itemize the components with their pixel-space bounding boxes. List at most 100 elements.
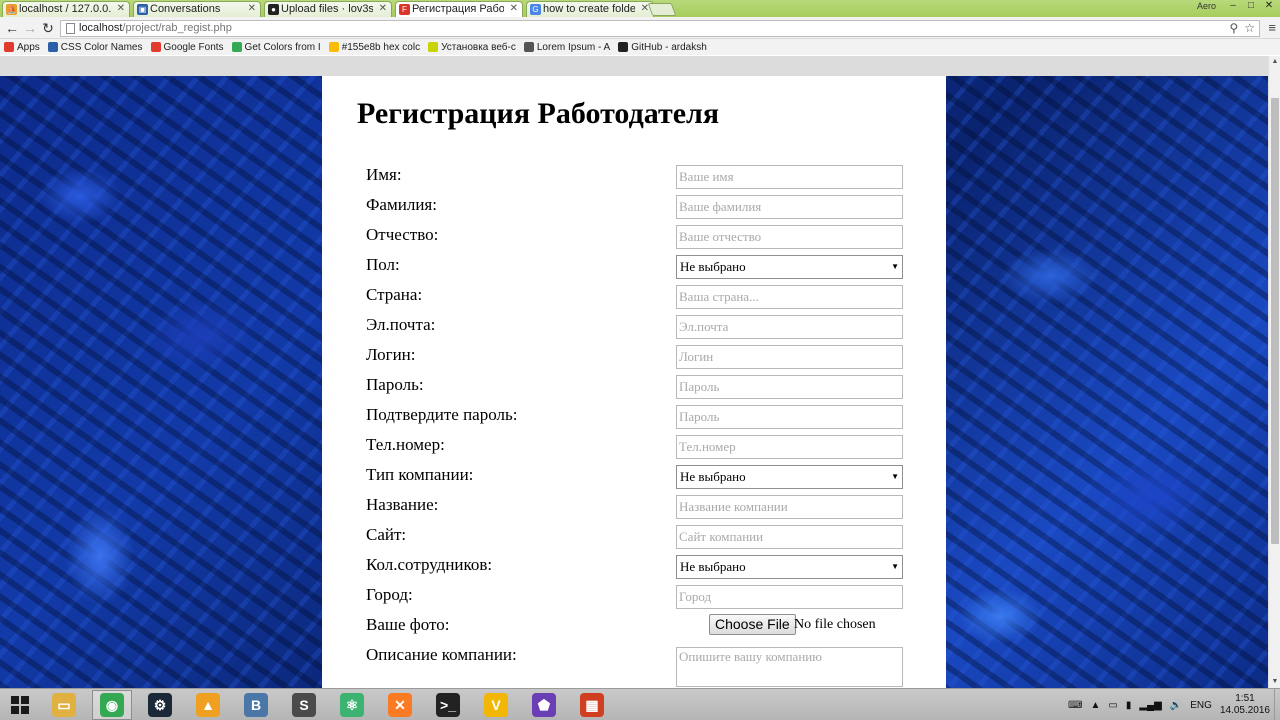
windows-taskbar: ▭ ◉ ⚙ ▲ B S ⚛ ✕ >_ V ⬟ ▦ ⌨ ▲ ▭ ▮ ▂▄▆ 🔊 ENG 1:51 14.…: [0, 688, 1280, 720]
tab-label: how to create folder: [543, 3, 635, 15]
text-field[interactable]: [676, 525, 903, 549]
bookmark-icon: [523, 42, 534, 52]
maximize-button[interactable]: □: [1244, 1, 1258, 11]
tab-close-icon[interactable]: ✕: [379, 2, 387, 16]
bookmark-item[interactable]: CSS Color Names: [47, 42, 143, 53]
text-field[interactable]: [676, 405, 903, 429]
browser-tab[interactable]: ▣ Conversations ✕: [133, 1, 261, 17]
bookmark-item[interactable]: Get Colors from I: [231, 42, 321, 53]
dropdown-arrow-icon: ▼: [891, 472, 899, 481]
form-row: Эл.почта:: [322, 315, 946, 345]
form-row: Подтвердите пароль:: [322, 405, 946, 435]
browser-toolbar: ← → ↻ localhost/project/rab_regist.php ⚲…: [0, 17, 1280, 39]
menu-icon[interactable]: ≡: [1268, 20, 1276, 35]
bookmark-label: #155e8b hex colc: [341, 41, 421, 53]
tab-close-icon[interactable]: ✕: [248, 2, 256, 16]
sublime-icon: S: [292, 693, 316, 717]
bookmark-item[interactable]: Google Fonts: [150, 41, 224, 53]
select-dropdown[interactable]: Не выбрано ▼: [676, 555, 903, 579]
taskbar-app[interactable]: S: [284, 690, 324, 720]
browser-tab[interactable]: ● Upload files · lov3sk ✕: [264, 1, 392, 17]
back-arrow-icon[interactable]: ←: [4, 20, 20, 36]
text-field[interactable]: [676, 315, 903, 339]
taskbar-app[interactable]: V: [476, 690, 516, 720]
star-icon[interactable]: ☆: [1244, 21, 1255, 36]
keyboard-icon[interactable]: ⌨: [1068, 700, 1082, 711]
clock[interactable]: 1:51 14.05.2016: [1220, 693, 1270, 717]
bookmark-item[interactable]: GitHub - ardaksh: [618, 42, 707, 53]
text-field[interactable]: [676, 495, 903, 519]
field-label: Страна:: [366, 285, 423, 304]
bookmark-item[interactable]: Установка веб-с: [428, 42, 516, 53]
reload-icon[interactable]: ↻: [40, 20, 56, 36]
close-window-button[interactable]: ✕: [1262, 1, 1276, 11]
bookmark-item[interactable]: Lorem Ipsum - A: [523, 42, 610, 53]
taskbar-app[interactable]: ▦: [572, 690, 612, 720]
clock-time: 1:51: [1235, 693, 1255, 704]
scroll-thumb[interactable]: [1271, 98, 1279, 544]
scroll-down-icon[interactable]: ▼: [1269, 676, 1280, 688]
form-row: Логин:: [322, 345, 946, 375]
bookmark-item[interactable]: #155e8b hex colc: [328, 41, 421, 53]
browser-tab[interactable]: ⛵ localhost / 127.0.0.1 ✕: [2, 1, 130, 17]
taskbar-app[interactable]: ✕: [380, 690, 420, 720]
text-field[interactable]: [676, 435, 903, 459]
text-field[interactable]: [676, 345, 903, 369]
bookmark-label: Google Fonts: [163, 41, 224, 53]
address-path: /project/rab_regist.php: [122, 22, 232, 34]
taskbar-app[interactable]: ◉: [92, 690, 132, 720]
select-dropdown[interactable]: Не выбрано ▼: [676, 255, 903, 279]
bookmark-item[interactable]: Apps: [4, 42, 40, 53]
tray-expand-icon[interactable]: ▲: [1090, 700, 1100, 711]
tab-favicon-icon: ⛵: [6, 4, 17, 15]
aimp-icon: ▲: [196, 693, 220, 717]
choose-file-button[interactable]: Choose File: [709, 614, 796, 635]
tab-close-icon[interactable]: ✕: [117, 2, 125, 16]
browser-tab[interactable]: Ghow to create folder ✕: [526, 1, 654, 17]
system-tray: ⌨ ▲ ▭ ▮ ▂▄▆ 🔊 ENG 1:51 14.05.2016: [1068, 689, 1270, 720]
bookmark-icon: [150, 42, 161, 52]
taskbar-app[interactable]: ⚛: [332, 690, 372, 720]
location-pin-icon[interactable]: ⚲: [1229, 21, 1238, 36]
text-field[interactable]: [676, 285, 903, 309]
battery-icon[interactable]: ▮: [1126, 700, 1132, 711]
start-button[interactable]: [0, 690, 40, 720]
field-label: Эл.почта:: [366, 315, 436, 334]
field-label: Имя:: [366, 165, 402, 184]
taskbar-app[interactable]: ⚙: [140, 690, 180, 720]
minimize-button[interactable]: –: [1226, 1, 1240, 11]
volume-icon[interactable]: 🔊: [1170, 700, 1182, 711]
form-row: Название:: [322, 495, 946, 525]
taskbar-app[interactable]: ⬟: [524, 690, 564, 720]
scroll-up-icon[interactable]: ▲: [1269, 56, 1280, 68]
text-field[interactable]: [676, 375, 903, 399]
form-row: Фамилия:: [322, 195, 946, 225]
text-field[interactable]: [676, 585, 903, 609]
forward-arrow-icon[interactable]: →: [22, 20, 38, 36]
text-field[interactable]: [676, 195, 903, 219]
theme-label: Aero: [1196, 1, 1216, 11]
select-dropdown[interactable]: Не выбрано ▼: [676, 465, 903, 489]
new-tab-button[interactable]: [647, 3, 677, 16]
taskbar-app[interactable]: >_: [428, 690, 468, 720]
form-row: Пароль:: [322, 375, 946, 405]
browser-tab[interactable]: FРегистрация Работо ✕: [395, 1, 523, 17]
network-app-icon: ⬟: [532, 693, 556, 717]
form-row: Пол: Не выбрано ▼: [322, 255, 946, 285]
language-indicator[interactable]: ENG: [1190, 700, 1212, 711]
select-value: Не выбрано: [680, 559, 746, 574]
text-field[interactable]: [676, 225, 903, 249]
address-bar[interactable]: localhost/project/rab_regist.php ⚲ ☆: [60, 20, 1260, 37]
tab-close-icon[interactable]: ✕: [510, 2, 518, 16]
description-textarea[interactable]: Опишите вашу компанию: [676, 647, 903, 687]
windows-logo-icon: [11, 696, 29, 714]
action-center-icon[interactable]: ▭: [1108, 700, 1117, 711]
taskbar-app[interactable]: ▲: [188, 690, 228, 720]
taskbar-app[interactable]: ▭: [44, 690, 84, 720]
taskbar-app[interactable]: B: [236, 690, 276, 720]
form-row: Город:: [322, 585, 946, 615]
text-field[interactable]: [676, 165, 903, 189]
show-desktop-button[interactable]: [1274, 689, 1280, 720]
page-scrollbar[interactable]: ▲ ▼: [1268, 56, 1280, 688]
network-icon[interactable]: ▂▄▆: [1139, 700, 1161, 711]
